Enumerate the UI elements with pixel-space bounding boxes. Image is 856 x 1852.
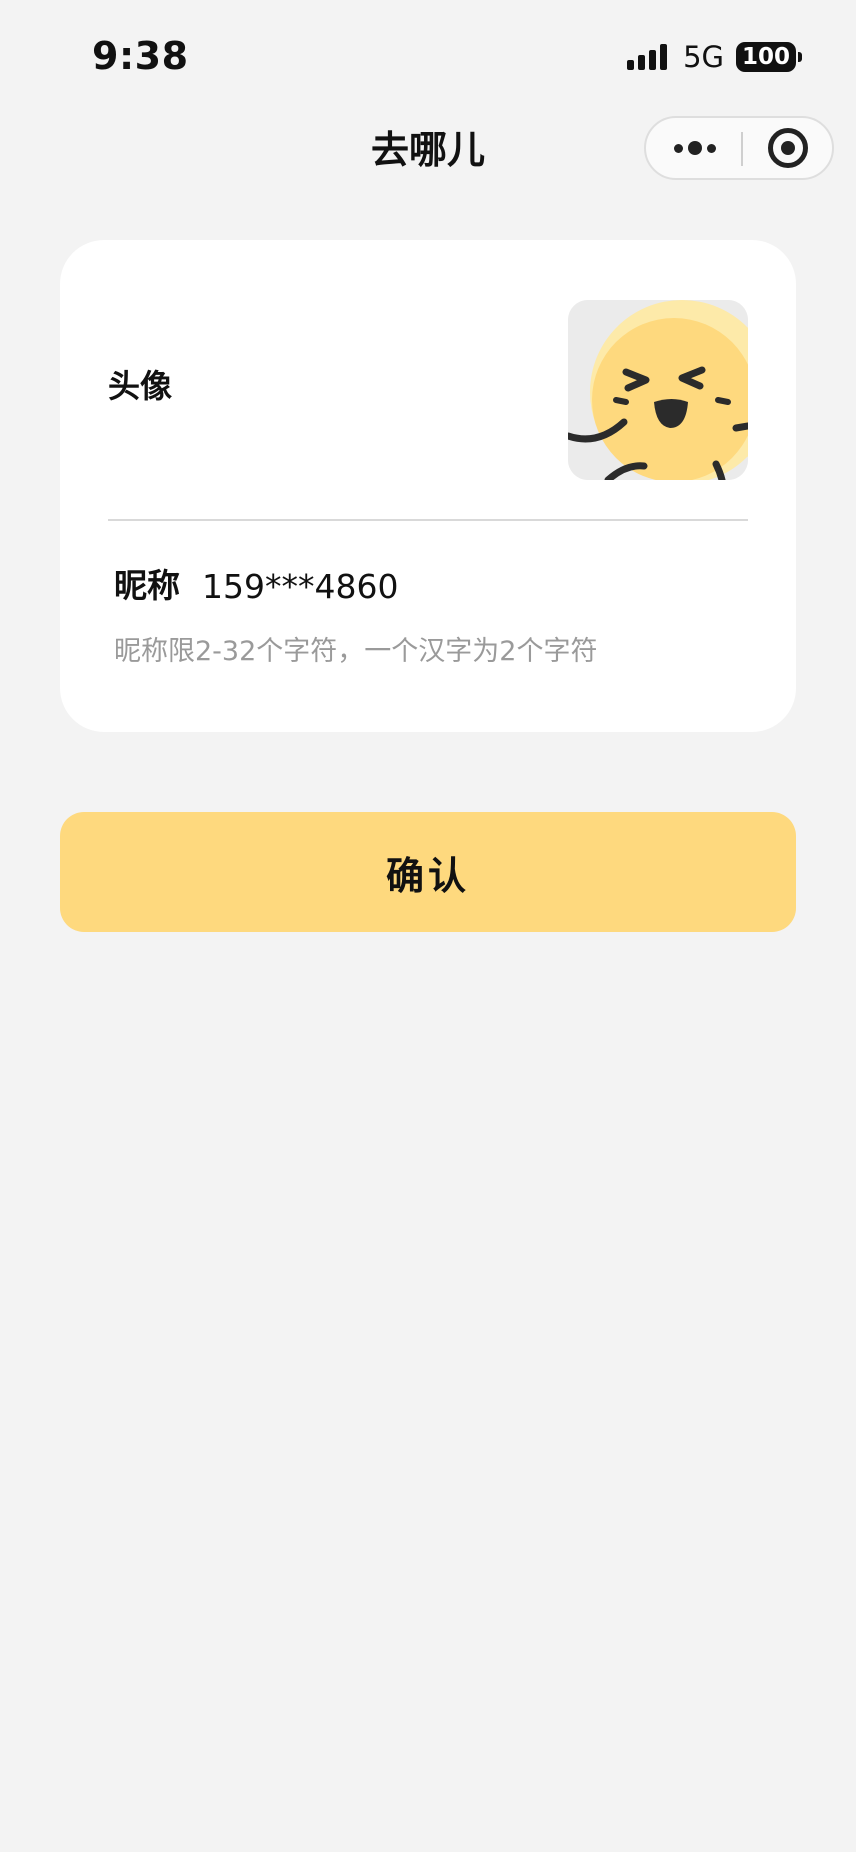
nickname-label: 昵称 [114,566,180,605]
nickname-input[interactable] [202,560,748,612]
status-bar: 9:38 5G 100 [0,0,856,100]
confirm-button[interactable]: 确认 [60,812,796,932]
target-close-icon[interactable] [768,128,808,168]
more-dots-icon[interactable] [668,118,722,178]
status-time: 9:38 [92,34,189,78]
mini-program-capsule [644,116,834,180]
capsule-divider [741,132,743,166]
battery-level: 100 [736,42,796,72]
avatar-row[interactable]: 头像 [60,240,796,520]
avatar-label: 头像 [108,367,173,405]
row-divider [108,519,748,521]
avatar[interactable] [568,300,748,480]
status-indicators: 5G 100 [627,40,802,74]
laughing-face-icon [568,300,748,480]
network-type: 5G [683,40,724,74]
battery-icon: 100 [736,42,802,72]
profile-card: 头像 昵称 昵称限2-32个字符，一个 [60,240,796,732]
nickname-hint: 昵称限2-32个字符，一个汉字为2个字符 [114,636,598,667]
cellular-signal-icon [627,44,668,70]
battery-tip [798,52,802,62]
